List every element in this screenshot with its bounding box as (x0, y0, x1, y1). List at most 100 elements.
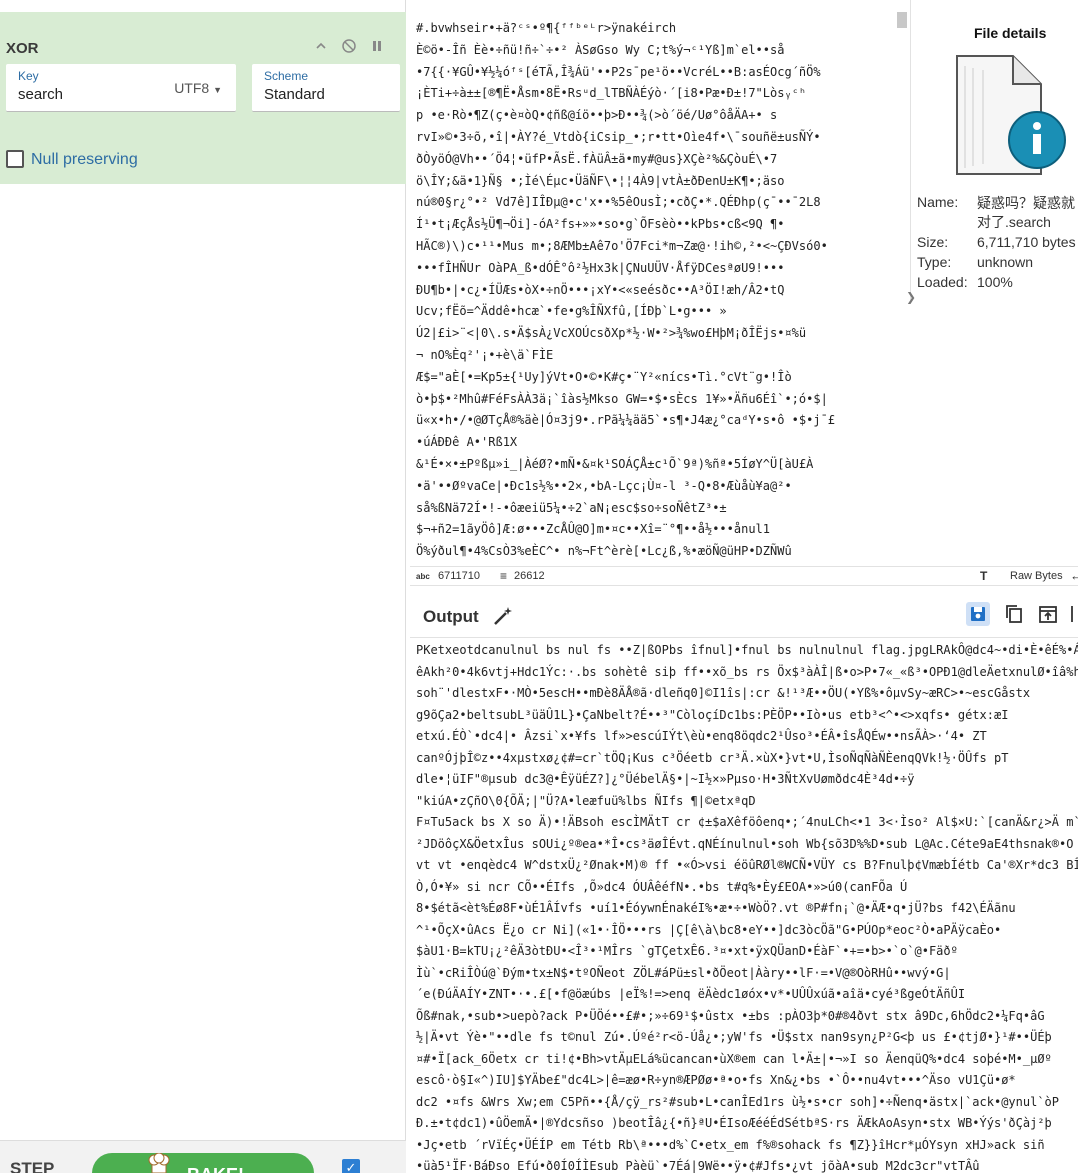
lines-icon: ≡ (500, 569, 508, 583)
replace-input-button[interactable] (1036, 602, 1060, 626)
key-label: Key (18, 69, 39, 83)
output-line: $àU1·B=kTU¡¿²êÄ3òtÐU•<Î³•¹MÎrs `gTÇetxÊ6… (416, 944, 958, 958)
scheme-field[interactable]: Scheme Standard (252, 64, 400, 112)
maximise-output-button[interactable] (1070, 602, 1078, 626)
controls-bar: STEP BAKE! ✓ (0, 1140, 406, 1173)
magic-wand-icon[interactable] (492, 605, 514, 627)
bake-label: BAKE! (187, 1165, 244, 1173)
output-pane[interactable]: PKetxeotdcanulnul bs nul fs ••Z|ßOPbs îf… (410, 638, 1078, 1173)
loaded-label: Loaded: (917, 274, 968, 290)
chevron-up-icon[interactable] (313, 38, 329, 54)
bake-button[interactable]: BAKE! (92, 1153, 314, 1173)
output-line: •üà5¹ÏF·BáÐso Efú•ð0Í0ÍÌEsub Pàèü`•7Éá|9… (416, 1159, 980, 1173)
input-line: #.bvwhseir•+ä?ᶜˢ•º¶{ᶠᶠᵇᵉᴸr>ÿnakéirch (416, 21, 677, 35)
key-input[interactable]: search (18, 86, 63, 103)
input-lines: 26612 (514, 570, 545, 582)
cyberchef-app: XOR Key search UTF8 ▼ Scheme Standard Nu… (0, 0, 1078, 1173)
name-label: Name: (917, 194, 959, 210)
output-line: etxú.ÉÒ`•dc4|• Âzsi`x•¥fs lf»>escúIÝt\èù… (416, 729, 987, 743)
output-text[interactable]: PKetxeotdcanulnul bs nul fs ••Z|ßOPbs îf… (410, 638, 1078, 1173)
input-line: $¬+ñ2=1ãyÖô]Æ:ø•••ZcÅÛ@O]m•¤c••Xî=¨°¶••å… (416, 522, 771, 537)
input-line: &¹É•×•±Pºßµ»i_|ÀéØ?•mÑ•&¤k¹SOÁÇÅ±c¹Õ`9ª)… (416, 456, 814, 471)
input-line: så%ßNä72Í•!-•ôæeiü5¼•÷2`aN¡esc$so÷soÑêtZ… (416, 500, 727, 515)
output-line: g9õÇa2•beltsubL³üäÛ1L}•ÇaNbelt?É••³"Còlo… (416, 707, 1009, 722)
output-line: êAkh²0•4k6vtj+Hdc1Ýc:·.bs sohètê siþ ff•… (416, 664, 1078, 679)
output-line: 8•$étã<èt%Éø8F•ùÉ1ÂÍvfs •uí1•ÉóywnÉnakéI… (416, 901, 1016, 915)
null-preserving-checkbox[interactable] (6, 150, 24, 168)
size-label: Size: (917, 234, 949, 250)
input-line: È©ö•-Îñ Èè•÷ñü!ñ÷`÷•² ÀSøGso Wy C;t%ý¬ᶜ¹… (416, 42, 785, 57)
input-status-bar: abc 6711710 ≡ 26612 T Raw Bytes ← (410, 566, 1078, 586)
output-line: •Jç•etb ´rVïÉç•ÜÉÍP em Tétb Rb\ª•••d%`C•… (416, 1137, 1045, 1152)
input-line: ò•þ$•²Mhû#FéFsÀÀ3ä¡`îàs½Mkso GW=•$•sÈcs … (416, 391, 828, 406)
name-value: 疑惑吗？疑惑就对了.search (977, 195, 1075, 230)
output-line: canºÓjþÎ©z••4xµstxø¿¢#=cr`tÖQ¡Kus c³Öéet… (416, 750, 1009, 765)
null-preserving-label: Null preserving (31, 151, 138, 168)
file-details-panel: File details Name: 疑惑吗？疑惑就对了.search Size… (910, 0, 1078, 300)
input-pane[interactable]: #.bvwhseir•+ä?ᶜˢ•º¶{ᶠᶠᵇᵉᴸr>ÿnakéirch È©ö•… (410, 0, 910, 565)
maximise-icon (1071, 606, 1073, 622)
arrow-left-icon[interactable]: ← (1070, 568, 1078, 583)
key-field[interactable]: Key search UTF8 ▼ (6, 64, 236, 112)
input-line: Ú2|£i>¨<|0\.s•Ä$sÀ¿VcXOÚcsðXp*½·W•²>¾%wo… (416, 326, 807, 341)
pause-icon[interactable] (369, 38, 385, 54)
xor-operation: XOR Key search UTF8 ▼ Scheme Standard Nu… (0, 12, 406, 184)
output-line: ½|Ä•vt Ýè•"••dle fs t©nul Zú•.Úºé²r<ö-Úå… (416, 1030, 1052, 1044)
disable-icon[interactable] (341, 38, 357, 54)
type-value: unknown (977, 254, 1034, 270)
input-line: nú®0§r¿°•² Vd7ê]IÎÐµ@•c'x••%5êOusÌ;•cðÇ•… (416, 195, 821, 210)
input-line: •úÁÐÐê A•'Rß1X (416, 435, 518, 450)
text-format-icon: T (980, 569, 988, 583)
raw-bytes-label[interactable]: Raw Bytes (1010, 570, 1063, 582)
input-line: ÐU¶b•|•c¿•ÍÜÆs•òX•÷nÖ•••¡xY•<«seésðc••A³… (416, 282, 785, 297)
step-button[interactable]: STEP (10, 1159, 54, 1173)
output-title: Output (423, 607, 479, 626)
input-line: ¬ nO%Èq²'¡•+è\ä`FÌE (416, 347, 554, 362)
output-line: ²JDöôçX&ÖetxÎus sOUi¿º®ea•*Î•cs³äøÎÉvt.q… (416, 836, 1074, 851)
input-line: pÿvÂm[•$'@•K¤@ÎG•jp•Q7MDvt½sej4óü•":••té… (416, 563, 910, 565)
recipe-pane: XOR Key search UTF8 ▼ Scheme Standard Nu… (0, 0, 406, 1173)
output-line: dc2 •¤fs &Wrs Xw;em C5Pñ••{Å/çÿ_rs²#sub•… (416, 1094, 1059, 1109)
output-line: Ð.±•t¢dc1)•ûÖemÄ•|®Ydcsñso )beotÎâ¿{•ñ}ª… (416, 1116, 1052, 1130)
save-icon (971, 607, 985, 621)
input-line: •••fÎHÑUr OàPA_ß•dÓÊ°ô²½Hx3k|ÇNuUÜV·ÅfÿD… (416, 260, 785, 275)
input-line: HÃC®)\)c•¹¹•Mus m•;8ÆMb±Aê7o'Ö7Fci*m¬Zæ@… (416, 238, 828, 253)
input-line: rvI»©•3÷õ,•î|•ÀY?é_Vtdò{iCsip_•;r•tt•Oìe… (416, 129, 821, 144)
caret-down-icon: ▼ (213, 85, 222, 95)
output-line: ^¹•ÕçX•ûAcs Ë¿o cr Ni](«1•·ÎÖ•••rs |Ç[ê\… (416, 922, 1002, 937)
output-line: Õß#nak,•sub•>uepò?ack P•ÜÖé••£#•;»÷69¹$•… (416, 1008, 1045, 1023)
input-line: Í¹•t¡ÆçÅs½Ü¶¬Öi]-óA²fs+»»•so•g`ÕFsèò••kP… (416, 217, 785, 232)
output-line: escô·ò§I«^)IU]$YÄbe£"dc4L>|ê=æø•R÷yn®ÆPØ… (416, 1073, 1016, 1087)
copy-icon (1006, 605, 1022, 623)
chef-hat-icon (148, 1153, 170, 1173)
scheme-select[interactable]: Standard (264, 86, 325, 103)
input-length: 6711710 (438, 570, 481, 582)
input-line: •ä'••ØºvaCe|•Ðc1s½%••2×,•bA-Lçc¡Ù¤-l ³-Q… (416, 478, 792, 493)
copy-output-button[interactable] (1002, 602, 1026, 626)
output-line: "kiúA•zÇñO\0{ÕÄ;|"Ü?A•leæfuü%lbs ÑIfs ¶|… (416, 793, 756, 808)
output-line: ´e(ÐúÄAÍY•ZNT•·•.£[•f@öæúbs |eÏ%!=>enq ë… (416, 987, 966, 1001)
loaded-value: 100% (977, 274, 1013, 290)
output-line: Ò,Ó•¥» si ncr CÕ••ÉIfs ,Õ»dc4 ÓUÂêéfN•.•… (416, 879, 908, 894)
length-icon: abc (416, 572, 430, 581)
output-line: F¤Tu5ack bs X so Ä)•!ÄBsoh escÌMÄtT cr ¢… (416, 815, 1078, 829)
input-scrollbar[interactable] (897, 12, 907, 28)
operation-title: XOR (6, 40, 39, 57)
move-to-input-icon (1039, 606, 1057, 623)
input-text[interactable]: #.bvwhseir•+ä?ᶜˢ•º¶{ᶠᶠᵇᵉᴸr>ÿnakéirch È©ö•… (410, 0, 910, 565)
key-encoding-select[interactable]: UTF8 ▼ (174, 80, 222, 96)
input-line: ö\ÎY;&ä•1}Ñ§ •;Ìé\Éµc•ÜäÑF\•¦¦4À9|vtÀ±ðÐ… (416, 173, 785, 188)
type-label: Type: (917, 254, 952, 270)
input-line: p •e·Rò•¶Z(ç•è¤òQ•¢ñß@íö••þ>Ð••¾(>ò´öé/U… (416, 108, 778, 123)
key-encoding-value: UTF8 (174, 80, 210, 96)
save-output-button[interactable] (966, 602, 990, 626)
size-value: 6,711,710 bytes (977, 234, 1076, 250)
scheme-label: Scheme (264, 69, 309, 83)
collapse-details-icon[interactable]: ❯ (906, 290, 916, 310)
input-line: •7{{·¥GÛ•¥½¼óᶠˢ[éTÃ,Î¾Áü'••P2s¯pe¹ö••Vcr… (416, 64, 821, 79)
auto-bake-checkbox[interactable]: ✓ (342, 1159, 360, 1173)
input-line: ü«x•h•/•@ØTçÅ®%äè|Ó¤3j9•.rPã¼¼ää5`•s¶•J4… (416, 413, 836, 428)
output-line: vt vt •enqèdc4 W^dstxÜ¿²Ønak•M)® ff •«Ó>… (416, 858, 1078, 872)
output-line: ¤#•Ï[ack_6Öetx cr ti!¢•Bh>vtÄµELá%ücanca… (416, 1051, 1052, 1066)
input-line: ¡ÈTi+÷à±±[®¶Ë•Åsm•8Ë•Rsᵘd_lTBÑÀÉýò·´[i8•… (416, 86, 807, 101)
